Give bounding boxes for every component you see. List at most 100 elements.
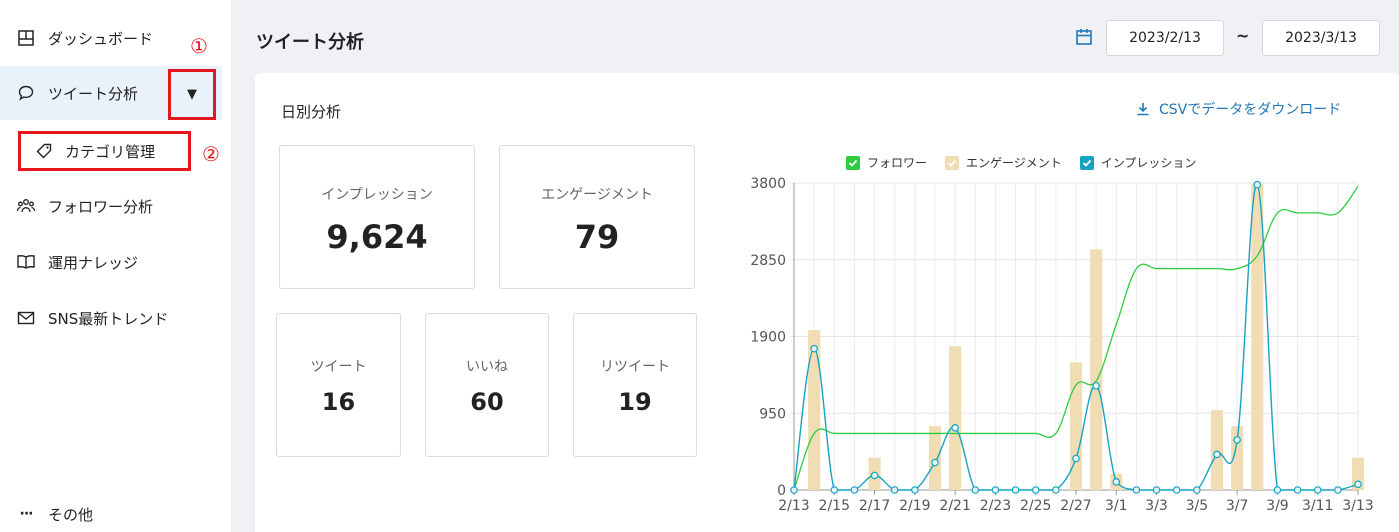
stat-engagement: エンゲージメント 79 xyxy=(499,145,695,289)
annotation-2: ② xyxy=(202,142,220,166)
sub-item-label: カテゴリ管理 xyxy=(65,142,156,161)
impression-point xyxy=(1334,486,1342,494)
csv-download-link[interactable]: CSVでデータをダウンロード xyxy=(1135,99,1341,119)
impression-point xyxy=(1293,486,1302,494)
stat-retweets-value: 19 xyxy=(618,388,652,416)
speech-bubble-icon xyxy=(16,83,36,103)
nav-operation-knowledge[interactable]: 運用ナレッジ xyxy=(0,235,231,289)
y-tick-label: 3800 xyxy=(750,176,786,192)
stat-retweets: リツイート 19 xyxy=(573,313,697,457)
impression-point xyxy=(911,486,919,494)
nav-operation-knowledge-label: 運用ナレッジ xyxy=(48,253,139,272)
daily-analysis-chart: 0 950 1900 2850 3800 2/13 2/15 2/17 2/19 2/21 2/23… xyxy=(750,176,1373,514)
page-title: ツイート分析 xyxy=(256,32,364,53)
engagement-bar xyxy=(949,346,962,490)
x-tick-label: 2/27 xyxy=(1060,498,1091,514)
stat-engagement-label: エンゲージメント xyxy=(541,187,653,203)
engagement-bar xyxy=(928,426,942,490)
engagement-bar xyxy=(1251,183,1264,490)
x-tick-label: 3/13 xyxy=(1342,498,1373,514)
x-tick-label: 2/21 xyxy=(939,498,970,514)
x-tick-label: 2/23 xyxy=(980,498,1011,514)
impression-point xyxy=(1253,180,1262,189)
impression-point xyxy=(1273,486,1282,494)
download-icon xyxy=(1137,103,1149,116)
people-icon xyxy=(16,196,36,216)
stat-retweets-label: リツイート xyxy=(600,359,670,375)
impression-point xyxy=(810,344,818,353)
x-tick-label: 2/13 xyxy=(778,498,809,514)
y-tick-label: 950 xyxy=(759,406,786,422)
stat-impressions-value: 9,624 xyxy=(326,218,428,256)
triangle-down-icon: ▼ xyxy=(187,87,197,102)
section-title: 日別分析 xyxy=(281,103,342,121)
impression-point xyxy=(790,486,798,494)
impression-point xyxy=(951,423,959,432)
stat-impressions: インプレッション 9,624 xyxy=(279,145,475,289)
nav-sns-trend[interactable]: SNS最新トレンド xyxy=(0,291,231,345)
impression-point xyxy=(830,486,839,494)
calendar-icon[interactable] xyxy=(1074,27,1094,47)
impression-point xyxy=(1031,486,1040,494)
impression-point xyxy=(1112,478,1121,486)
impression-point xyxy=(1092,381,1100,390)
impression-point xyxy=(1354,480,1362,489)
nav-follower-analysis-label: フォロワー分析 xyxy=(48,197,154,216)
annotation-1: ① xyxy=(190,34,208,58)
stat-impressions-label: インプレッション xyxy=(321,187,433,203)
impression-point xyxy=(1193,486,1201,494)
sub-item-category-management[interactable]: カテゴリ管理 xyxy=(18,131,191,171)
x-tick-label: 3/9 xyxy=(1266,498,1289,514)
mail-icon xyxy=(16,308,36,328)
y-tick-label: 2850 xyxy=(750,253,786,269)
y-tick-label: 1900 xyxy=(750,330,786,346)
engagement-bar xyxy=(1090,249,1103,490)
impression-point xyxy=(1213,450,1221,459)
x-tick-label: 2/19 xyxy=(899,498,930,514)
tweet-analysis-toggle-button[interactable]: ▼ xyxy=(168,69,216,120)
engagement-bar xyxy=(808,330,821,490)
impression-point xyxy=(1132,486,1141,494)
csv-download-label: CSVでデータをダウンロード xyxy=(1159,102,1342,118)
impression-point xyxy=(1313,486,1322,494)
impression-point xyxy=(1072,454,1080,463)
impression-point xyxy=(1052,486,1060,494)
impression-point xyxy=(971,486,980,494)
y-tick-label: 0 xyxy=(777,483,786,499)
stat-tweets-label: ツイート xyxy=(310,359,367,375)
nav-tweet-analysis-label: ツイート分析 xyxy=(48,84,139,103)
impression-point xyxy=(890,486,899,494)
stat-engagement-value: 79 xyxy=(574,218,620,256)
impression-point xyxy=(931,458,939,467)
stat-tweets: ツイート 16 xyxy=(276,313,401,457)
x-tick-label: 3/7 xyxy=(1226,498,1249,514)
impression-point xyxy=(1152,486,1161,494)
x-tick-label: 3/3 xyxy=(1145,498,1168,514)
stat-likes-value: 60 xyxy=(470,388,504,416)
x-tick-label: 3/1 xyxy=(1105,498,1128,514)
impression-point xyxy=(870,471,879,480)
nav-follower-analysis[interactable]: フォロワー分析 xyxy=(0,179,231,233)
date-from-input[interactable]: 2023/2/13 xyxy=(1106,20,1224,56)
stat-likes: いいね 60 xyxy=(425,313,549,457)
tag-icon xyxy=(35,142,53,160)
x-tick-label: 3/11 xyxy=(1302,498,1333,514)
x-tick-label: 2/15 xyxy=(819,498,850,514)
x-tick-label: 3/5 xyxy=(1186,498,1209,514)
more-dots-icon: ··· xyxy=(19,506,34,522)
stat-likes-label: いいね xyxy=(466,359,508,375)
impression-point xyxy=(991,486,1000,494)
nav-dashboard-label: ダッシュボード xyxy=(48,29,154,48)
dashboard-icon xyxy=(16,28,36,48)
engagement-bar xyxy=(1210,410,1224,490)
x-tick-label: 2/25 xyxy=(1020,498,1051,514)
book-icon xyxy=(16,252,36,272)
nav-more[interactable]: ··· その他 xyxy=(0,487,231,532)
impression-point xyxy=(1011,486,1020,494)
impression-point xyxy=(850,486,859,494)
impression-point xyxy=(1172,486,1181,494)
nav-sns-trend-label: SNS最新トレンド xyxy=(48,309,169,328)
impression-point xyxy=(1233,436,1241,444)
stat-tweets-value: 16 xyxy=(321,388,356,416)
date-to-input[interactable]: 2023/3/13 xyxy=(1262,20,1380,56)
